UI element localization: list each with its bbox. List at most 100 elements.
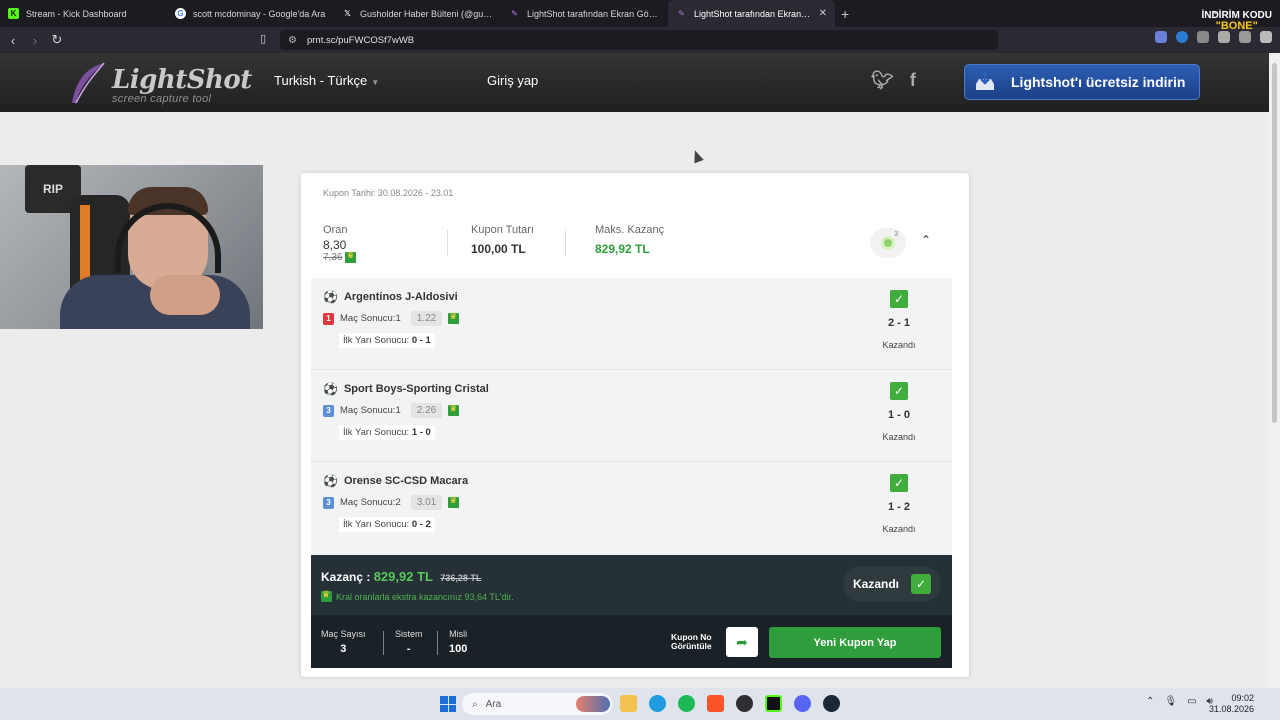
winnings-bar: Kazanç : 829,92 TL 736,28 TL Kral oranla…: [311, 555, 952, 615]
coupon-date: Kupon Tarihi: 30.08.2026 - 23.01: [323, 188, 454, 198]
match-market: 3 Maç Sonucu:2 3.01: [323, 495, 460, 510]
edge-icon[interactable]: [649, 695, 666, 712]
site-info-icon[interactable]: ⚙: [288, 35, 297, 46]
obs-icon[interactable]: [736, 695, 753, 712]
crown-icon: [345, 250, 357, 263]
system-value: -: [406, 643, 411, 655]
network-icon[interactable]: ▭: [1187, 696, 1196, 707]
reload-icon[interactable]: ↻: [46, 32, 68, 48]
stake-summary: Kupon Tutarı 100,00 TL: [471, 224, 534, 256]
search-placeholder: Ara: [485, 698, 502, 710]
system-info: Sistem -: [395, 629, 423, 655]
check-icon: ✓: [890, 382, 908, 400]
system-label: Sistem: [395, 629, 423, 639]
download-label: Lightshot'ı ücretsiz indirin: [1011, 74, 1186, 90]
coupon-status-badge: 3: [870, 228, 906, 258]
site-header: LightShot screen capture tool Turkish - …: [0, 53, 1269, 112]
match-market: 3 Maç Sonucu:1 2.26: [323, 403, 460, 418]
check-icon: ✓: [890, 290, 908, 308]
download-button[interactable]: Lightshot'ı ücretsiz indirin: [964, 64, 1200, 100]
facebook-icon[interactable]: f: [910, 70, 916, 91]
football-icon: ⚽: [323, 474, 338, 488]
taskbar-clock[interactable]: 09:02 31.08.2026: [1209, 693, 1254, 715]
tab-title: scott mcdominay - Google'da Ara: [193, 8, 326, 19]
winnings-amount: 829,92 TL: [373, 569, 433, 584]
menu-icon[interactable]: [1260, 31, 1272, 43]
scrollbar-thumb[interactable]: [1272, 63, 1277, 423]
close-icon[interactable]: ✕: [819, 8, 827, 19]
extension-icon[interactable]: [1155, 31, 1167, 43]
forward-icon[interactable]: ›: [24, 33, 46, 48]
search-highlight-image: [576, 696, 610, 712]
odd-value: 1.22: [410, 311, 443, 326]
coupon: Kupon Tarihi: 30.08.2026 - 23.01 Oran 8,…: [311, 173, 952, 668]
wallet-icon[interactable]: [1239, 31, 1251, 43]
page-scrollbar[interactable]: [1269, 53, 1280, 688]
address-bar[interactable]: ⚙ prnt.sc/puFWCOSf7wWB: [280, 30, 998, 50]
winnings-extra-text: Kral oranlarla ekstra kazancınız 93,64 T…: [336, 591, 514, 602]
browser-tab[interactable]: G scott mcdominay - Google'da Ara: [167, 0, 334, 27]
logo-name: LightShot: [112, 65, 252, 95]
browser-tab-active[interactable]: ✎ LightShot tarafından Ekran Görü ✕: [668, 0, 835, 27]
multiplier-info: Misli 100: [449, 629, 467, 655]
ht-value: 0 - 1: [411, 335, 431, 346]
brave-icon[interactable]: [707, 695, 724, 712]
match-header: ⚽ Orense SC-CSD Macara: [323, 474, 468, 488]
match-status: Kazandı: [882, 340, 916, 350]
browser-tab[interactable]: 𝕏 Gusholder Haber Bülteni (@gusholde: [334, 0, 501, 27]
sport-number-badge: 3: [323, 404, 334, 417]
lightshot-logo[interactable]: LightShot screen capture tool: [68, 61, 252, 107]
lightshot-icon: ✎: [678, 9, 685, 18]
ht-label: İlk Yarı Sonucu:: [343, 335, 410, 346]
ht-label: İlk Yarı Sonucu:: [343, 427, 410, 438]
match-score: 1 - 0: [887, 409, 910, 421]
sidebar-icon[interactable]: [1218, 31, 1230, 43]
spotify-icon[interactable]: [678, 695, 695, 712]
football-icon: ⚽: [323, 382, 338, 396]
new-tab-button[interactable]: +: [841, 6, 849, 22]
google-icon: G: [175, 8, 186, 19]
language-select[interactable]: Turkish - Türkçe ▼: [274, 73, 379, 88]
browser-tab[interactable]: K Stream - Kick Dashboard: [0, 0, 167, 27]
extension-icons: [1155, 31, 1272, 43]
discord-icon[interactable]: [794, 695, 811, 712]
max-win-label: Maks. Kazanç: [595, 224, 665, 236]
steam-icon[interactable]: [823, 695, 840, 712]
odds-label: Oran: [323, 224, 348, 236]
puzzle-icon[interactable]: [1197, 31, 1209, 43]
coupon-footer: Maç Sayısı 3 Sistem - Misli 100 Kupon No…: [311, 615, 952, 668]
winnings-old: 736,28 TL: [440, 573, 482, 583]
check-icon: ✓: [911, 574, 932, 594]
tab-title: Stream - Kick Dashboard: [26, 8, 127, 19]
browser-tab[interactable]: ✎ LightShot tarafından Ekran Görüntüs: [501, 0, 668, 27]
windows-start-icon[interactable]: [440, 696, 456, 712]
chevron-up-icon[interactable]: ⌃: [1146, 696, 1154, 707]
social-links: 🐦︎ f: [871, 70, 916, 91]
bookmark-icon[interactable]: ▯: [252, 32, 274, 45]
ht-label: İlk Yarı Sonucu:: [343, 519, 410, 530]
football-icon: ⚽: [323, 290, 338, 304]
extension-icon[interactable]: [1176, 31, 1188, 43]
x-icon: 𝕏: [344, 9, 351, 18]
kick-app-icon[interactable]: [765, 695, 782, 712]
odds-old-value: 7,36: [323, 252, 343, 263]
match-status: Kazandı: [882, 432, 916, 442]
system-tray: ⌃ 🎙︎ ▭ 🔊︎: [1146, 696, 1213, 707]
streamer-hand: [150, 275, 220, 315]
taskbar-search[interactable]: ⌕ Ara: [462, 693, 612, 715]
crown-icon: [321, 589, 332, 602]
match-header: ⚽ Argentinos J-Aldosivi: [323, 290, 458, 304]
url-text: prnt.sc/puFWCOSf7wWB: [306, 34, 415, 46]
market-label: Maç Sonucu:1: [340, 313, 401, 324]
chevron-up-icon: ⌃: [921, 233, 932, 247]
match-score: 2 - 1: [887, 317, 910, 329]
back-icon[interactable]: ‹: [2, 33, 24, 48]
half-time-result: İlk Yarı Sonucu: 1 - 0: [339, 425, 435, 440]
file-explorer-icon[interactable]: [620, 695, 637, 712]
screenshot-image: Kupon Tarihi: 30.08.2026 - 23.01 Oran 8,…: [301, 173, 969, 677]
microphone-icon[interactable]: 🎙︎: [1164, 696, 1177, 707]
crown-icon: [448, 311, 460, 324]
login-link[interactable]: Giriş yap: [487, 73, 538, 88]
twitter-icon[interactable]: 🐦︎: [871, 70, 894, 91]
webcam-overlay: RIP: [0, 165, 263, 329]
